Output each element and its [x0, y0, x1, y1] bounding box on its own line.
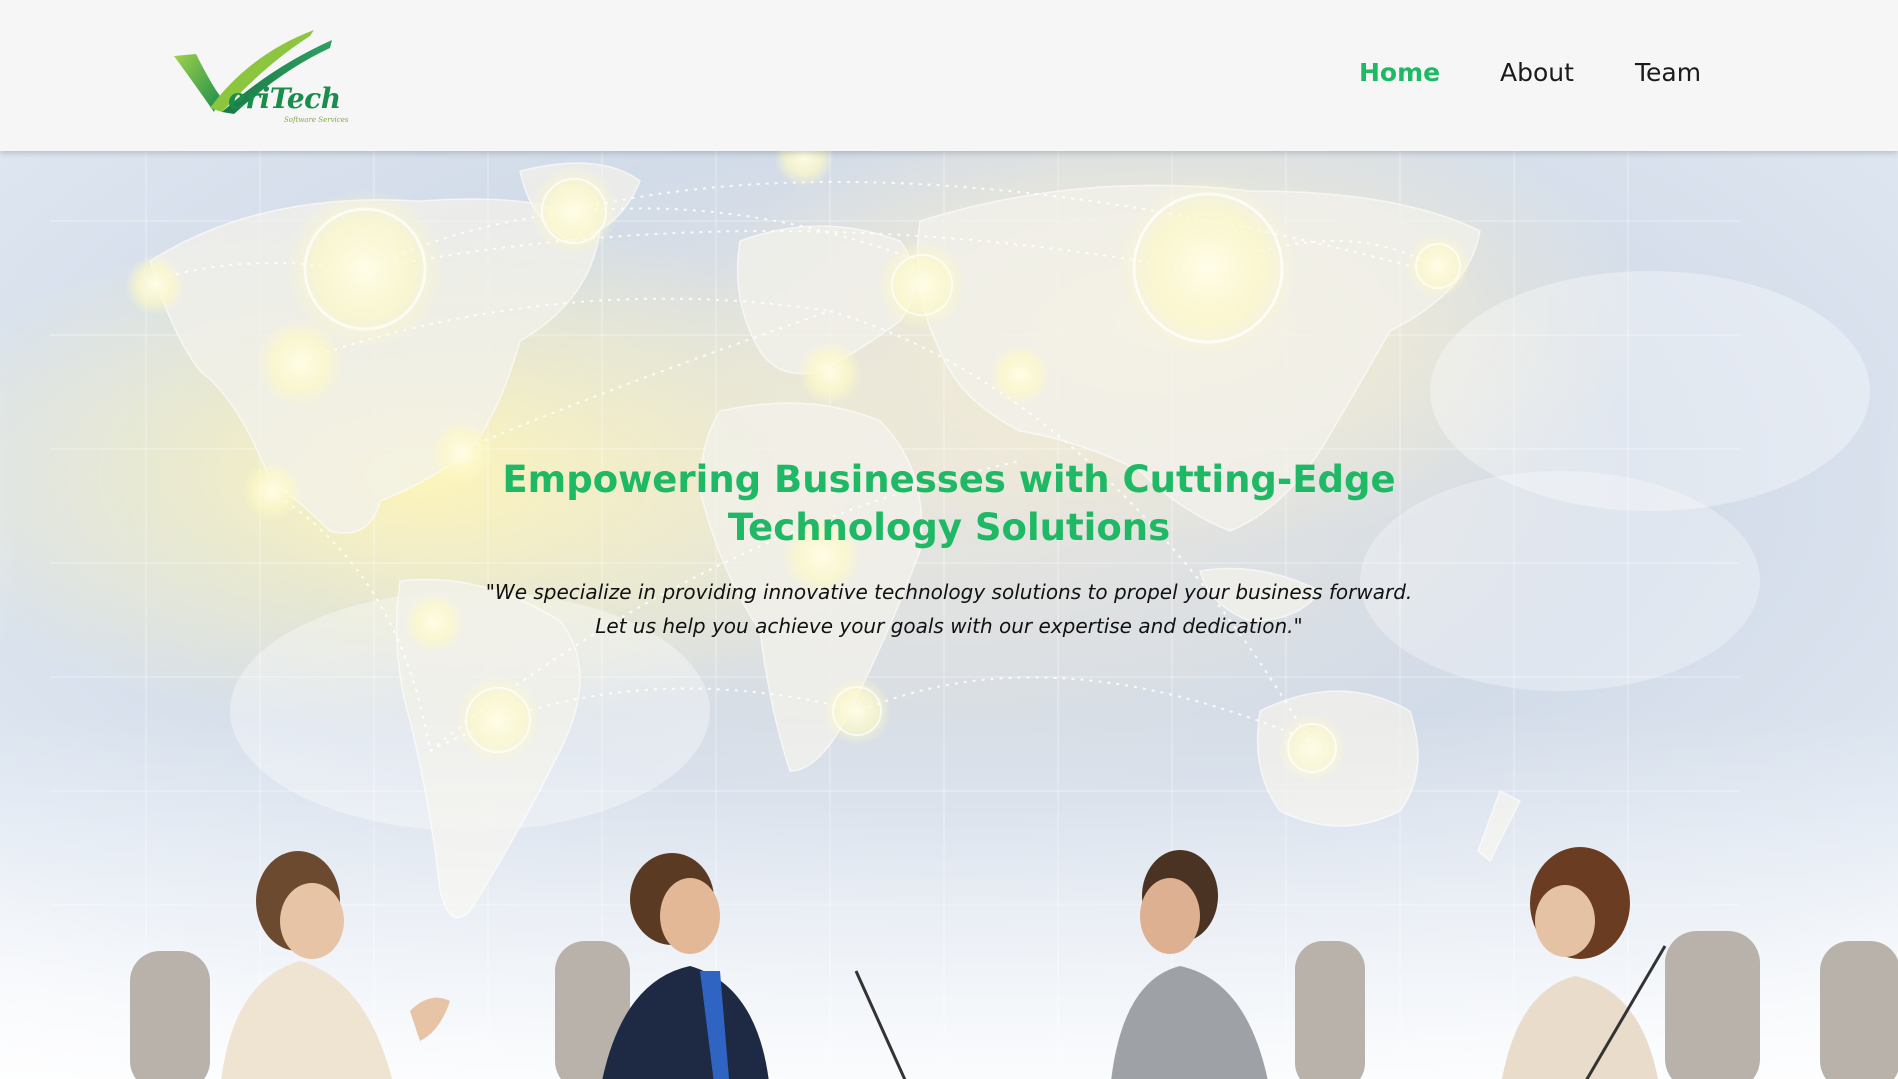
- hero-subtitle: "We specialize in providing innovative t…: [485, 580, 1413, 638]
- logo-wordmark: eriTech: [228, 82, 341, 115]
- nav-about-link[interactable]: About: [1500, 58, 1574, 87]
- site-header: eriTech Software Services Home About Tea…: [0, 0, 1898, 151]
- hero-section: Empowering Businesses with Cutting-Edge …: [0, 151, 1898, 1079]
- nav-team-link[interactable]: Team: [1635, 58, 1701, 87]
- nav-home-link[interactable]: Home: [1359, 58, 1440, 87]
- veritech-logo[interactable]: eriTech Software Services: [170, 24, 350, 128]
- page: eriTech Software Services Home About Tea…: [0, 0, 1898, 1079]
- logo-tagline: Software Services: [284, 116, 349, 124]
- hero-title: Empowering Businesses with Cutting-Edge …: [502, 458, 1396, 549]
